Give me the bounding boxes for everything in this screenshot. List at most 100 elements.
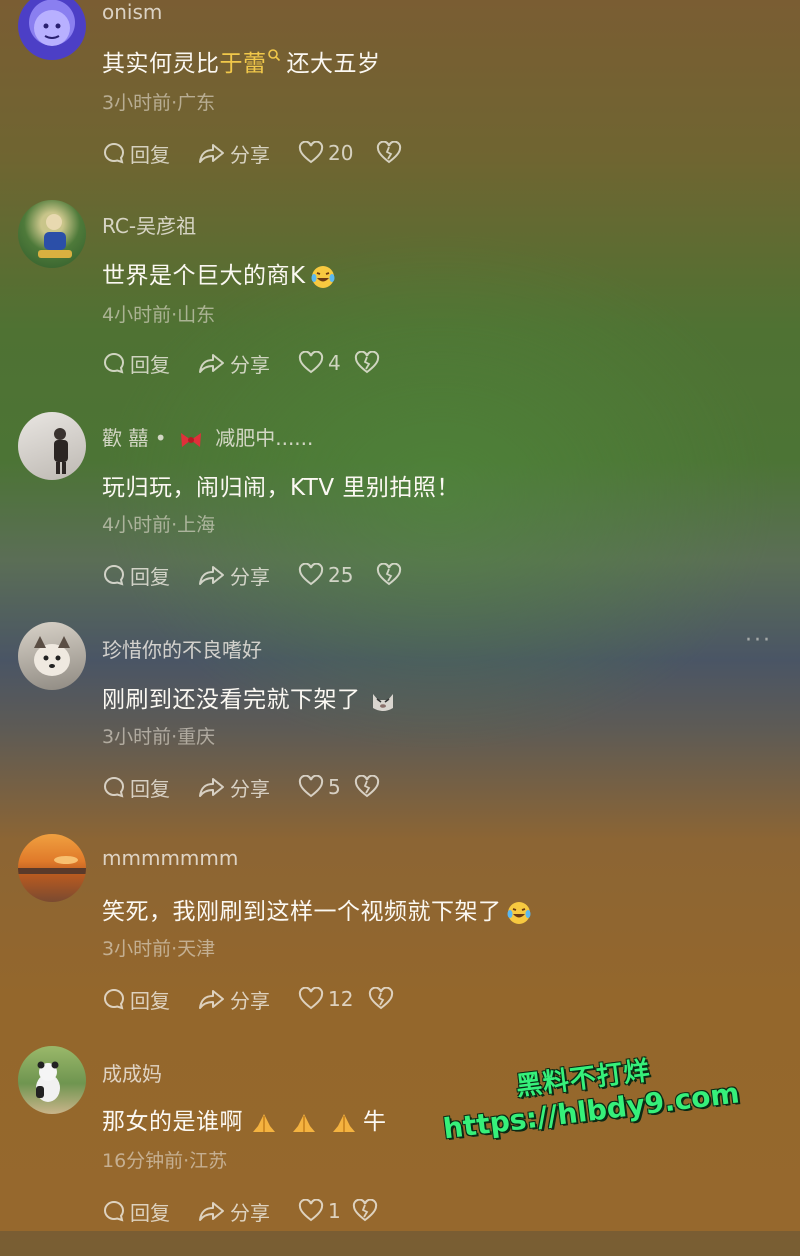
like-button[interactable]: 4	[298, 351, 354, 375]
share-label: 分享	[230, 776, 270, 801]
comment-actions: 回复 分享 20	[102, 138, 416, 168]
like-count: 5	[328, 775, 341, 799]
like-button[interactable]: 5	[298, 775, 354, 799]
share-arrow-icon	[199, 566, 224, 585]
praying-hands-emoji-icon	[253, 1113, 275, 1132]
heart-icon	[298, 987, 324, 1010]
share-button[interactable]: 分享	[198, 561, 298, 590]
reply-label: 回复	[130, 564, 170, 589]
comment-text: 其实何灵比于蕾 还大五岁	[102, 44, 381, 78]
username[interactable]: 成成妈	[102, 1058, 162, 1087]
dislike-button[interactable]	[354, 775, 394, 799]
dislike-button[interactable]	[368, 987, 408, 1011]
dislike-button[interactable]	[376, 563, 416, 587]
reply-button[interactable]: 回复	[102, 561, 198, 590]
share-arrow-icon	[199, 990, 224, 1009]
avatar-person-icon	[54, 428, 68, 474]
search-icon[interactable]	[267, 48, 281, 62]
reply-label: 回复	[130, 142, 170, 167]
heart-icon	[298, 351, 324, 374]
broken-heart-icon	[354, 775, 380, 798]
like-count: 12	[328, 987, 354, 1011]
like-count: 25	[328, 563, 354, 587]
like-button[interactable]: 25	[298, 563, 376, 587]
username-suffix: 减肥中......	[215, 426, 314, 450]
laughing-tears-emoji-icon	[507, 901, 530, 924]
comment-item: RC-吴彦祖 世界是个巨大的商K 4小时前·山东 回复 分享 4	[0, 196, 800, 408]
broken-heart-icon	[376, 141, 402, 164]
share-button[interactable]: 分享	[198, 773, 298, 802]
share-button[interactable]: 分享	[198, 985, 298, 1014]
like-count: 1	[328, 1199, 341, 1223]
avatar-panda-icon	[36, 1061, 60, 1102]
share-arrow-icon	[199, 778, 224, 797]
avatar-figure-icon	[38, 214, 72, 258]
comment-text-part: 牛	[363, 1109, 387, 1135]
comment-text-part: 笑死，我刚刷到这样一个视频就下架了	[102, 899, 502, 925]
username[interactable]: 珍惜你的不良嗜好	[102, 634, 262, 663]
username[interactable]: mmmmmmm	[102, 846, 238, 870]
avatar[interactable]	[18, 1046, 86, 1114]
broken-heart-icon	[352, 1199, 378, 1222]
broken-heart-icon	[368, 987, 394, 1010]
comment-meta: 4小时前·山东	[102, 304, 216, 326]
comment-meta: 3小时前·重庆	[102, 726, 216, 748]
share-arrow-icon	[199, 354, 224, 373]
share-arrow-icon	[199, 1202, 224, 1221]
like-count: 4	[328, 351, 341, 375]
share-label: 分享	[230, 1200, 270, 1225]
praying-hands-emoji-icon	[293, 1113, 315, 1132]
avatar-dog-icon	[34, 636, 70, 676]
avatar[interactable]	[18, 0, 86, 60]
like-button[interactable]: 20	[298, 141, 376, 165]
dislike-button[interactable]	[354, 351, 394, 375]
share-button[interactable]: 分享	[198, 1197, 298, 1226]
comment-actions: 回复 分享 5	[102, 772, 394, 802]
share-label: 分享	[230, 352, 270, 377]
like-button[interactable]: 1	[298, 1199, 352, 1223]
avatar-sunset-icon	[18, 856, 86, 874]
reply-button[interactable]: 回复	[102, 349, 198, 378]
heart-icon	[298, 775, 324, 798]
reply-bubble-icon	[104, 1200, 125, 1222]
username-text[interactable]: 歡 囍 •	[102, 426, 167, 450]
broken-heart-icon	[376, 563, 402, 586]
comment-text-part: 世界是个巨大的商K	[102, 263, 306, 289]
comment-text-part: 刚刷到还没看完就下架了	[102, 687, 361, 713]
reply-button[interactable]: 回复	[102, 773, 198, 802]
comment-text-part: 其实何灵比	[102, 51, 220, 77]
comment-meta: 16分钟前·江苏	[102, 1150, 228, 1172]
comment-text-part: 那女的是谁啊	[102, 1109, 243, 1135]
comment-text: 那女的是谁啊 牛	[102, 1102, 387, 1136]
dislike-button[interactable]	[352, 1199, 392, 1223]
username[interactable]: onism	[102, 0, 162, 24]
comment-actions: 回复 分享 12	[102, 984, 408, 1014]
comment-meta: 4小时前·上海	[102, 514, 216, 536]
reply-bubble-icon	[104, 776, 125, 798]
username[interactable]: RC-吴彦祖	[102, 210, 196, 239]
username: 歡 囍 • 减肥中......	[102, 422, 313, 451]
avatar[interactable]	[18, 200, 86, 268]
reply-label: 回复	[130, 1200, 170, 1225]
avatar[interactable]	[18, 622, 86, 690]
reply-bubble-icon	[104, 142, 125, 164]
mention-link[interactable]: 于蕾	[220, 51, 267, 77]
comment-item: onism 其实何灵比于蕾 还大五岁 3小时前·广东 回复 分享 20	[0, 0, 800, 204]
like-button[interactable]: 12	[298, 987, 368, 1011]
share-button[interactable]: 分享	[198, 139, 298, 168]
reply-bubble-icon	[104, 988, 125, 1010]
avatar[interactable]	[18, 412, 86, 480]
avatar[interactable]	[18, 834, 86, 902]
heart-icon	[298, 141, 324, 164]
reply-bubble-icon	[104, 352, 125, 374]
comment-item: mmmmmmm 笑死，我刚刷到这样一个视频就下架了 3小时前·天津 回复 分享 …	[0, 832, 800, 1044]
share-label: 分享	[230, 988, 270, 1013]
dislike-button[interactable]	[376, 141, 416, 165]
share-button[interactable]: 分享	[198, 349, 298, 378]
reply-button[interactable]: 回复	[102, 139, 198, 168]
heart-icon	[298, 1199, 324, 1222]
more-options-button[interactable]: ···	[745, 628, 772, 653]
comment-actions: 回复 分享 25	[102, 560, 416, 590]
reply-button[interactable]: 回复	[102, 985, 198, 1014]
reply-button[interactable]: 回复	[102, 1197, 198, 1226]
